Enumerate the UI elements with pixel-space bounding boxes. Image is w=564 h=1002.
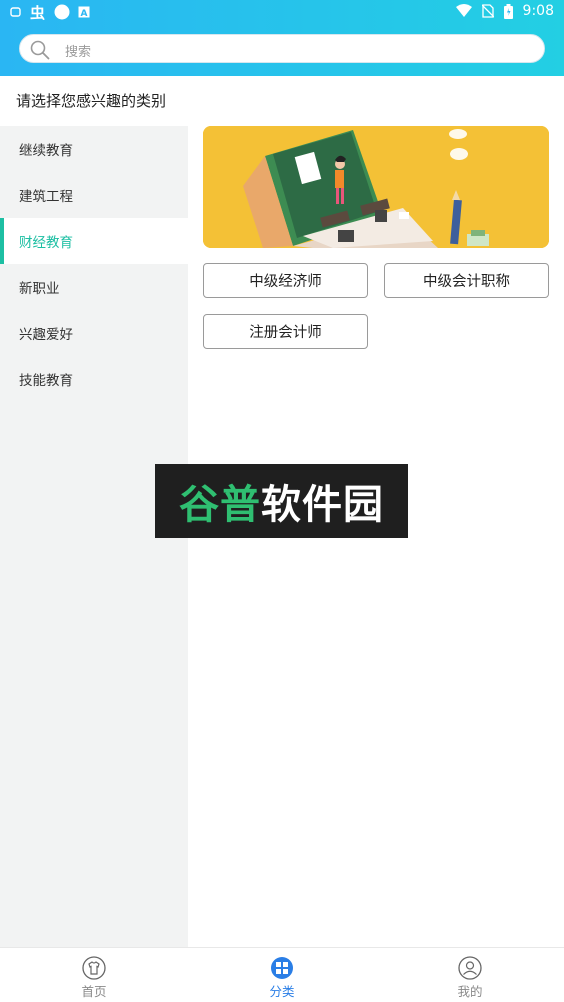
sidebar-item-continuing-education[interactable]: 继续教育 [0, 126, 188, 172]
sidebar-item-hobbies[interactable]: 兴趣爱好 [0, 310, 188, 356]
tab-home[interactable]: 首页 [0, 948, 188, 1002]
category-cpa-button[interactable]: 注册会计师 [203, 314, 368, 349]
sidebar-item-label: 新职业 [19, 281, 60, 297]
category-intermediate-economist-button[interactable]: 中级经济师 [203, 263, 368, 298]
category-label: 注册会计师 [249, 325, 322, 341]
tab-label: 我的 [457, 984, 483, 999]
status-bar: 虫 A 9:08 [0, 0, 564, 26]
battery-icon [503, 3, 513, 19]
search-icon [30, 40, 50, 60]
sidebar-item-skills[interactable]: 技能教育 [0, 356, 188, 402]
category-banner[interactable] [203, 126, 549, 248]
tab-label: 首页 [81, 984, 107, 999]
category-icon [270, 956, 294, 980]
no-sim-icon [481, 4, 494, 18]
tab-label: 分类 [269, 984, 295, 999]
sidebar-item-label: 兴趣爱好 [19, 327, 73, 343]
status-time: 9:08 [522, 3, 554, 19]
tab-category[interactable]: 分类 [188, 948, 376, 1002]
search-placeholder: 搜索 [65, 45, 92, 60]
app-header: 虫 A 9:08 搜索 [0, 0, 564, 76]
page-title: 请选择您感兴趣的类别 [16, 92, 167, 110]
sidebar-item-construction[interactable]: 建筑工程 [0, 172, 188, 218]
category-label: 中级会计职称 [423, 274, 510, 290]
search-input[interactable]: 搜索 [19, 34, 545, 63]
svg-text:A: A [81, 9, 88, 18]
watermark-part1: 谷普 [179, 482, 261, 528]
watermark-logo: 谷普 软件园 [155, 464, 408, 538]
tab-profile[interactable]: 我的 [376, 948, 564, 1002]
sidebar-item-label: 技能教育 [19, 373, 73, 389]
notification-icon [10, 6, 22, 18]
wifi-icon [455, 4, 472, 18]
classroom-illustration [203, 126, 549, 248]
bug-icon: 虫 [30, 4, 46, 20]
bottom-nav: 首页 分类 我的 [0, 947, 564, 1002]
sidebar-item-label: 财经教育 [19, 235, 73, 251]
sidebar-item-label: 继续教育 [19, 143, 73, 159]
sidebar-item-finance[interactable]: 财经教育 [0, 218, 188, 264]
a-icon: A [78, 6, 90, 18]
category-label: 中级经济师 [249, 274, 322, 290]
svg-text:虫: 虫 [30, 4, 45, 20]
sidebar-item-new-career[interactable]: 新职业 [0, 264, 188, 310]
user-icon [458, 956, 482, 980]
home-shirt-icon [82, 956, 106, 980]
circle-icon [54, 4, 70, 20]
watermark-part2: 软件园 [261, 482, 384, 528]
sidebar-item-label: 建筑工程 [19, 189, 73, 205]
category-intermediate-accounting-button[interactable]: 中级会计职称 [384, 263, 549, 298]
